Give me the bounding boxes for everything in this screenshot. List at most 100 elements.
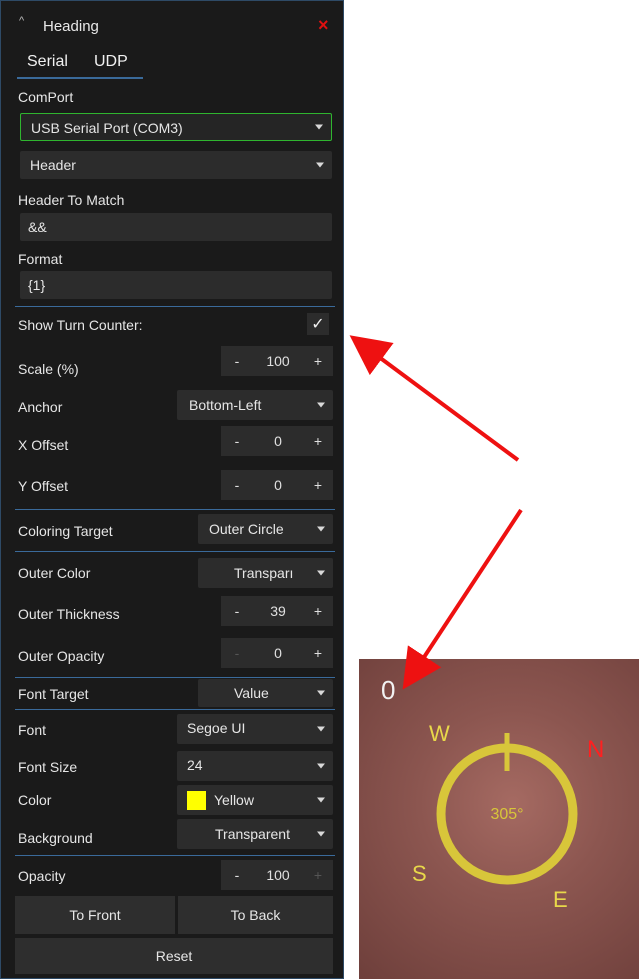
to-front-button[interactable]: To Front [15, 896, 175, 934]
font-size-value: 24 [187, 757, 203, 773]
to-back-button[interactable]: To Back [178, 896, 333, 934]
arrow-to-checkbox [349, 335, 520, 462]
background-dropdown[interactable]: Transparent [177, 819, 333, 849]
comport-dropdown[interactable]: USB Serial Port (COM3) [20, 113, 332, 141]
tab-serial[interactable]: Serial [27, 53, 68, 71]
comport-value: USB Serial Port (COM3) [31, 120, 183, 136]
divider [15, 677, 335, 678]
divider [15, 855, 335, 856]
arrow-to-turn-counter [402, 508, 523, 690]
scale-decrement-button[interactable]: - [221, 346, 253, 376]
scale-label: Scale (%) [18, 361, 79, 377]
heading-value-text: 305° [490, 806, 523, 823]
opacity-stepper[interactable]: - 100 + [221, 860, 333, 890]
chevron-down-icon [317, 526, 325, 532]
anchor-label: Anchor [18, 399, 63, 415]
x-offset-stepper[interactable]: - 0 + [221, 426, 333, 456]
anchor-value: Bottom-Left [189, 397, 262, 413]
outer-opacity-value: 0 [274, 645, 282, 661]
chevron-down-icon [317, 402, 325, 408]
outer-opacity-increment-button[interactable]: + [303, 638, 333, 668]
x-offset-decrement-button[interactable]: - [221, 426, 253, 456]
chevron-down-icon [317, 763, 325, 769]
x-offset-increment-button[interactable]: + [303, 426, 333, 456]
divider [15, 709, 335, 710]
font-label: Font [18, 722, 47, 738]
outer-color-dropdown[interactable]: Transparı [198, 558, 333, 588]
font-target-dropdown[interactable]: Value [198, 679, 333, 707]
y-offset-label: Y Offset [18, 478, 69, 494]
font-value: Segoe UI [187, 720, 246, 736]
header-to-match-input[interactable]: && [20, 213, 332, 241]
scale-stepper[interactable]: - 100 + [221, 346, 333, 376]
heading-settings-panel: ^ Heading × Serial UDP ComPort USB Seria… [0, 0, 344, 979]
chevron-down-icon [317, 831, 325, 837]
header-to-match-label: Header To Match [18, 192, 125, 208]
outer-thickness-stepper[interactable]: - 39 + [221, 596, 333, 626]
chevron-down-icon [317, 726, 325, 732]
font-target-label: Font Target [18, 686, 89, 702]
scale-increment-button[interactable]: + [303, 346, 333, 376]
chevron-down-icon [316, 162, 324, 168]
compass-west-label: W [429, 721, 450, 746]
color-label: Color [18, 792, 52, 808]
opacity-value: 100 [266, 867, 290, 883]
header-to-match-value: && [28, 219, 47, 235]
divider [15, 551, 335, 552]
scale-value: 100 [266, 353, 290, 369]
match-mode-value: Header [30, 157, 76, 173]
turn-counter-text: 0 [381, 675, 395, 705]
compass-east-label: E [553, 887, 568, 912]
y-offset-increment-button[interactable]: + [303, 470, 333, 500]
x-offset-value: 0 [274, 433, 282, 449]
show-turn-counter-label: Show Turn Counter: [18, 317, 143, 333]
color-dropdown[interactable]: Yellow [177, 785, 333, 815]
tab-underline [17, 77, 143, 79]
divider [15, 509, 335, 510]
opacity-increment-button[interactable]: + [303, 860, 333, 890]
tab-udp[interactable]: UDP [94, 53, 128, 71]
reset-button[interactable]: Reset [15, 938, 333, 974]
coloring-target-label: Coloring Target [18, 523, 113, 539]
outer-opacity-decrement-button[interactable]: - [221, 638, 253, 668]
checkmark-icon: ✓ [311, 316, 325, 333]
chevron-down-icon [315, 124, 323, 130]
background-label: Background [18, 830, 93, 846]
outer-opacity-stepper[interactable]: - 0 + [221, 638, 333, 668]
collapse-icon[interactable]: ^ [19, 15, 24, 27]
font-size-dropdown[interactable]: 24 [177, 751, 333, 781]
font-dropdown[interactable]: Segoe UI [177, 714, 333, 744]
background-value: Transparent [215, 826, 290, 842]
format-input[interactable]: {1} [20, 271, 332, 299]
close-icon[interactable]: × [318, 15, 329, 36]
anchor-dropdown[interactable]: Bottom-Left [177, 390, 333, 420]
y-offset-stepper[interactable]: - 0 + [221, 470, 333, 500]
y-offset-decrement-button[interactable]: - [221, 470, 253, 500]
color-swatch [187, 791, 206, 810]
y-offset-value: 0 [274, 477, 282, 493]
chevron-down-icon [317, 797, 325, 803]
show-turn-counter-checkbox[interactable]: ✓ [307, 313, 329, 335]
outer-color-label: Outer Color [18, 565, 91, 581]
outer-thickness-label: Outer Thickness [18, 606, 120, 622]
opacity-decrement-button[interactable]: - [221, 860, 253, 890]
divider [15, 306, 335, 307]
comport-label: ComPort [18, 89, 74, 105]
chevron-down-icon [317, 690, 325, 696]
coloring-target-dropdown[interactable]: Outer Circle [198, 514, 333, 544]
overlay-preview: 0 W N S E 305° [359, 659, 639, 979]
outer-color-value: Transparı [234, 565, 294, 581]
outer-thickness-decrement-button[interactable]: - [221, 596, 253, 626]
color-value: Yellow [214, 792, 254, 808]
compass-south-label: S [412, 861, 427, 886]
opacity-label: Opacity [18, 868, 66, 884]
outer-opacity-label: Outer Opacity [18, 648, 105, 664]
x-offset-label: X Offset [18, 437, 69, 453]
match-mode-dropdown[interactable]: Header [20, 151, 332, 179]
font-target-value: Value [234, 685, 269, 701]
outer-thickness-value: 39 [270, 603, 286, 619]
compass-north-label: N [587, 736, 604, 763]
chevron-down-icon [317, 570, 325, 576]
outer-thickness-increment-button[interactable]: + [303, 596, 333, 626]
compass-overlay: 0 W N S E 305° [381, 675, 604, 912]
